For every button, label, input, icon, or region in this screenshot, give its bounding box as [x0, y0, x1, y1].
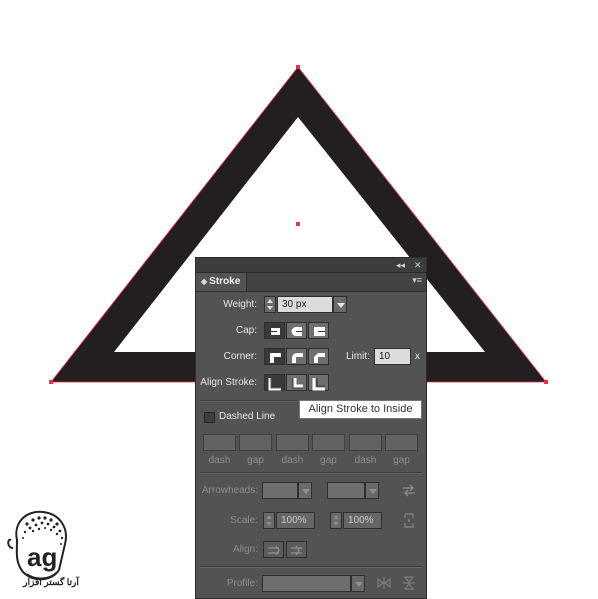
- svg-text:ag: ag: [27, 542, 57, 572]
- dash-label-1: dash: [208, 455, 231, 466]
- align-center-icon: [268, 378, 281, 391]
- start-arrowhead-select[interactable]: [262, 482, 298, 499]
- align-stroke-label: Align Stroke:: [200, 377, 257, 388]
- round-cap-icon: [291, 327, 302, 336]
- swap-arrowheads-icon[interactable]: [401, 482, 417, 498]
- tab-stroke[interactable]: ◆ Stroke: [196, 273, 248, 291]
- flip-along-icon[interactable]: [376, 575, 392, 591]
- start-scale-field[interactable]: 100%: [276, 512, 315, 529]
- start-scale-stepper[interactable]: [263, 512, 275, 529]
- collapse-icon[interactable]: ◂◂: [396, 258, 405, 272]
- limit-label: Limit:: [346, 351, 370, 362]
- profile-label: Profile:: [226, 578, 258, 589]
- flip-across-icon[interactable]: [401, 575, 417, 591]
- link-scale-icon[interactable]: [402, 512, 416, 529]
- align-outside-icon: [312, 378, 325, 391]
- start-arrowhead-dropdown[interactable]: [298, 482, 312, 499]
- round-join-icon: [292, 353, 303, 363]
- end-arrowhead-dropdown[interactable]: [365, 482, 379, 499]
- end-arrowhead-select[interactable]: [327, 482, 365, 499]
- dash-field-2[interactable]: [276, 434, 309, 451]
- align-inside-icon: [292, 378, 303, 389]
- tab-toggle-icon[interactable]: ◆: [201, 277, 207, 286]
- align-stroke-inside-button[interactable]: [286, 374, 307, 391]
- anchor-point-right[interactable]: [544, 380, 548, 384]
- center-point: [296, 222, 300, 226]
- cap-label: Cap:: [235, 325, 257, 336]
- round-cap-button[interactable]: [286, 322, 307, 339]
- panel-title-bar[interactable]: ◂◂ ✕: [196, 258, 426, 273]
- limit-unit: x: [415, 351, 420, 362]
- projecting-cap-button[interactable]: [308, 322, 329, 339]
- anchor-point-left[interactable]: [49, 380, 53, 384]
- butt-cap-button[interactable]: [264, 322, 285, 339]
- corner-label: Corner:: [223, 351, 257, 362]
- dash-label-3: dash: [354, 455, 377, 466]
- close-icon[interactable]: ✕: [414, 258, 422, 272]
- align-arrow-at-end-icon: [291, 545, 302, 556]
- width-profile-dropdown[interactable]: [351, 575, 365, 592]
- weight-label: Weight:: [223, 299, 257, 310]
- end-scale-field[interactable]: 100%: [343, 512, 382, 529]
- dash-field-3[interactable]: [349, 434, 382, 451]
- align-arrow-beyond-icon: [268, 545, 280, 556]
- arrow-tip-at-end-button[interactable]: [286, 541, 307, 558]
- align-stroke-outside-button[interactable]: [308, 374, 329, 391]
- tab-stroke-label: Stroke: [209, 276, 241, 287]
- anchor-point-top[interactable]: [296, 65, 300, 69]
- miter-limit-field[interactable]: 10: [374, 348, 411, 365]
- round-join-button[interactable]: [286, 348, 307, 365]
- dashed-line-label: Dashed Line: [219, 411, 276, 422]
- arrow-tip-beyond-end-button[interactable]: [263, 541, 284, 558]
- watermark-text: آرتا گستر افزار: [23, 577, 79, 587]
- panel-tab-row: ◆ Stroke ▾≡: [196, 273, 426, 292]
- weight-dropdown-button[interactable]: [333, 296, 347, 313]
- stroke-panel: ◂◂ ✕ ◆ Stroke ▾≡ Weight: 30 px Cap: Corne…: [195, 257, 427, 599]
- bevel-join-icon: [314, 353, 325, 363]
- dash-label-2: dash: [281, 455, 304, 466]
- gap-field-1[interactable]: [239, 434, 272, 451]
- width-profile-select[interactable]: [262, 575, 351, 592]
- section-divider: [200, 472, 422, 474]
- gap-label-1: gap: [247, 455, 264, 466]
- align-stroke-center-button[interactable]: [264, 374, 285, 391]
- projecting-cap-icon: [314, 327, 325, 336]
- weight-stepper[interactable]: [264, 296, 276, 313]
- end-scale-stepper[interactable]: [330, 512, 342, 529]
- dashed-line-checkbox[interactable]: [204, 412, 215, 423]
- bevel-join-button[interactable]: [308, 348, 329, 365]
- arrowheads-label: Arrowheads:: [201, 485, 258, 496]
- align-stroke-tooltip: Align Stroke to Inside: [299, 400, 422, 419]
- scale-label: Scale:: [230, 515, 258, 526]
- dash-field-1[interactable]: [203, 434, 236, 451]
- gap-label-2: gap: [320, 455, 337, 466]
- gap-field-3[interactable]: [385, 434, 418, 451]
- butt-cap-icon: [269, 328, 280, 335]
- miter-join-icon: [270, 353, 281, 363]
- gap-field-2[interactable]: [312, 434, 345, 451]
- miter-join-button[interactable]: [264, 348, 285, 365]
- gap-label-3: gap: [393, 455, 410, 466]
- align-label: Align:: [232, 544, 258, 555]
- section-divider: [200, 566, 422, 568]
- weight-field[interactable]: 30 px: [277, 296, 333, 313]
- panel-menu-icon[interactable]: ▾≡: [412, 275, 422, 286]
